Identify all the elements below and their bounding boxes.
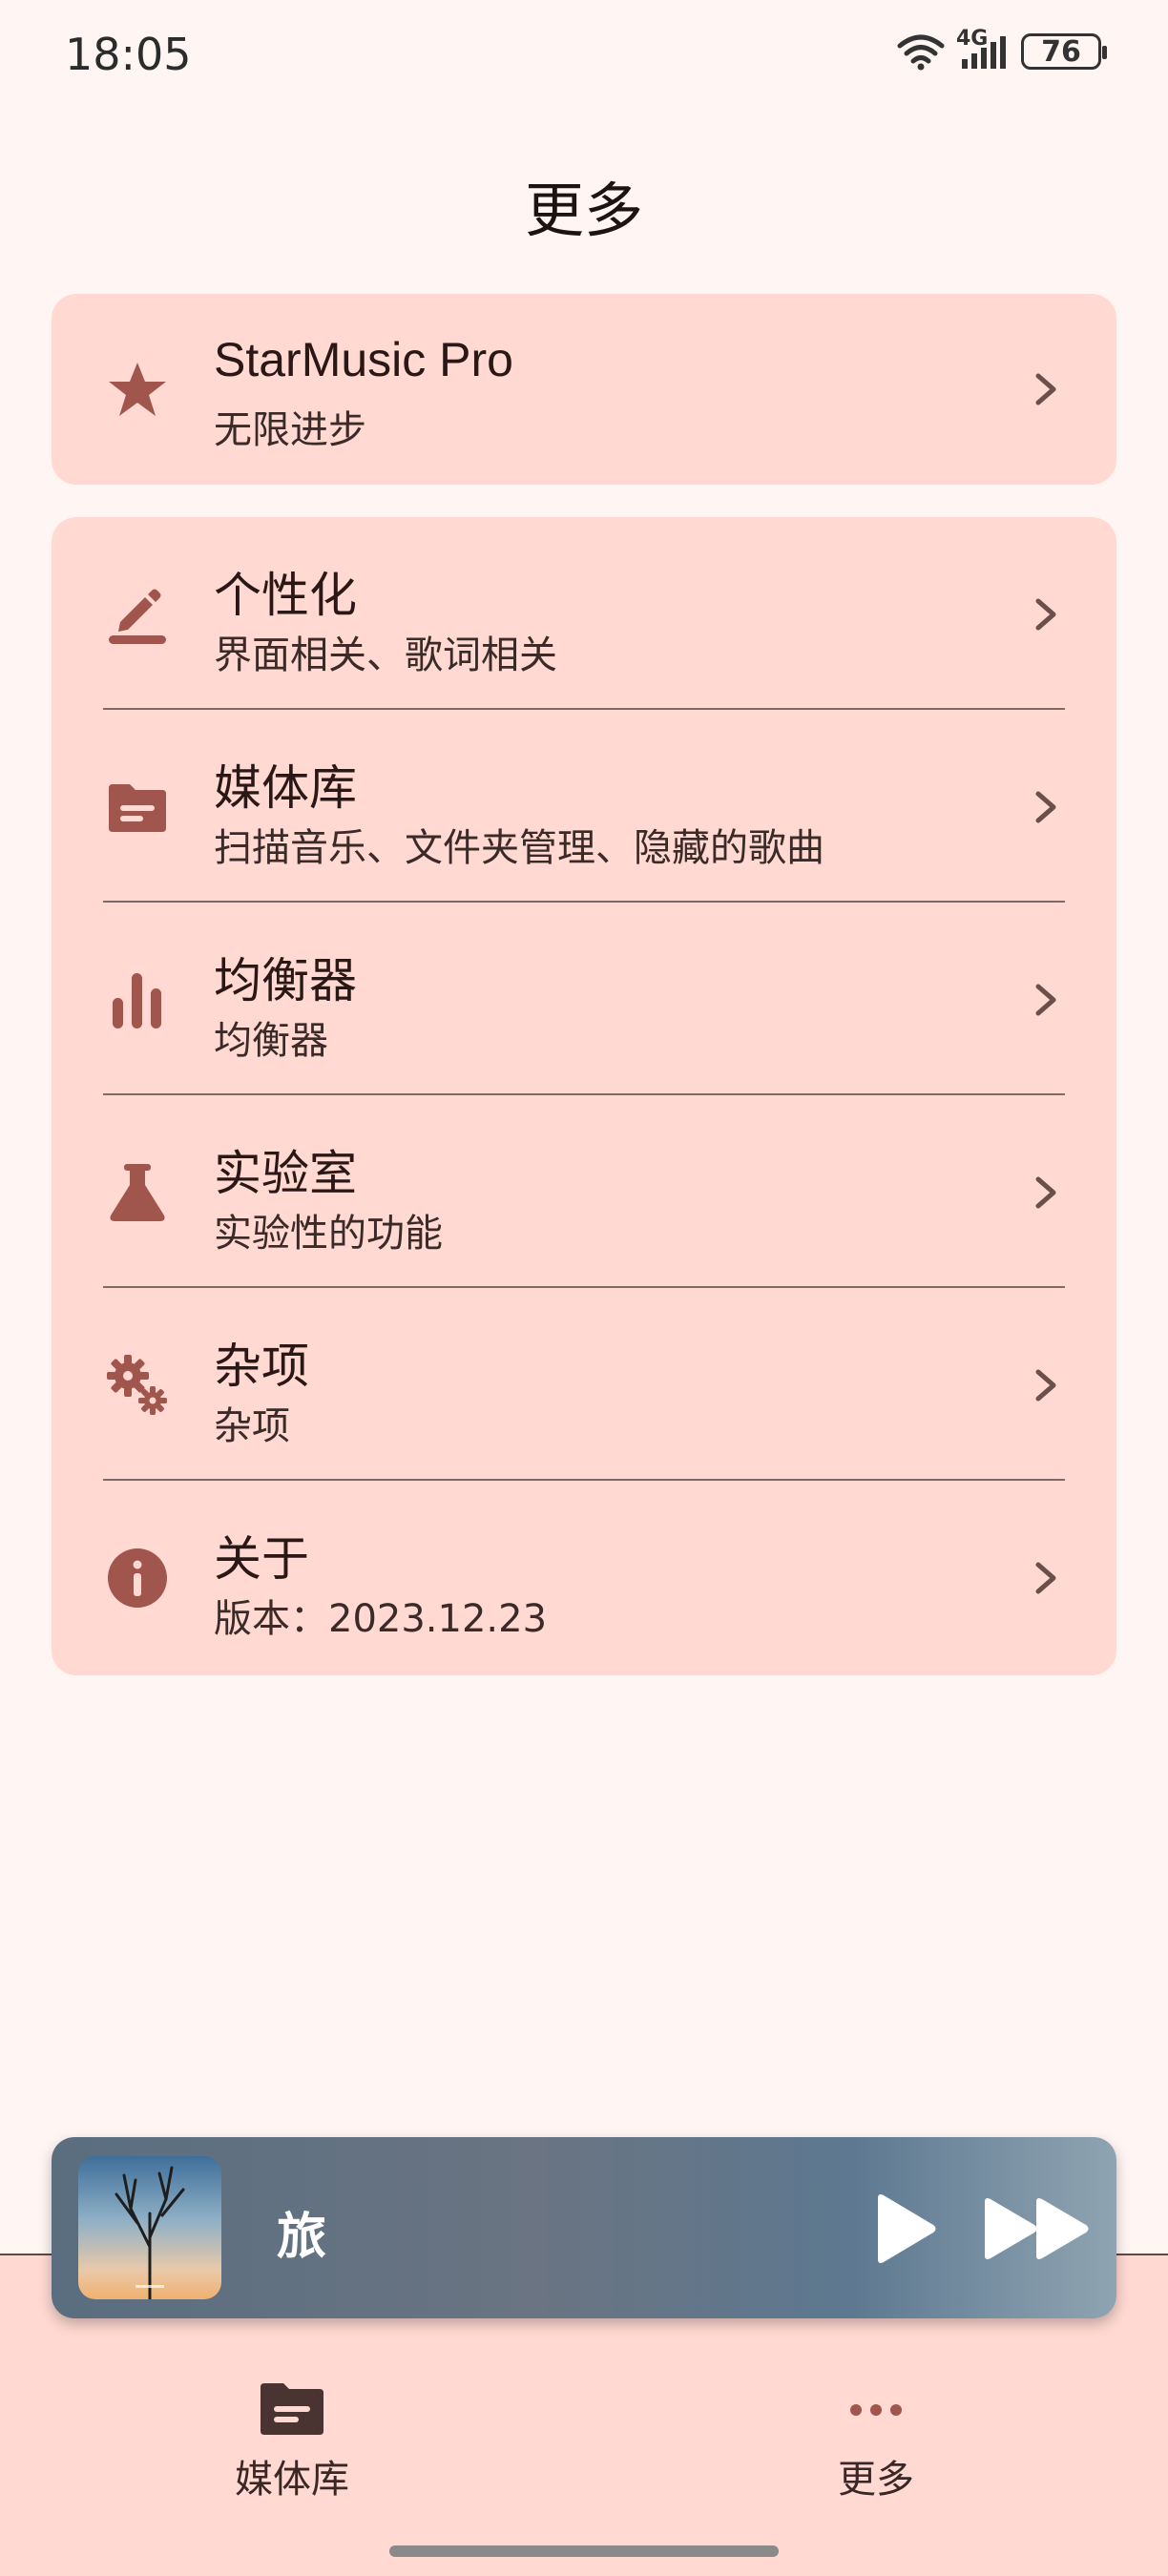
pro-card[interactable]: StarMusic Pro 无限进步: [52, 294, 1116, 485]
row-subtitle: 实验性的功能: [214, 1212, 443, 1256]
nav-media-library[interactable]: 媒体库: [168, 2376, 416, 2502]
row-title: 媒体库: [214, 760, 357, 816]
mini-player[interactable]: 旅: [52, 2137, 1116, 2318]
nav-label: 媒体库: [235, 2458, 349, 2502]
row-subtitle: 扫描音乐、文件夹管理、隐藏的歌曲: [214, 826, 824, 870]
row-title: 杂项: [214, 1339, 309, 1394]
more-horizontal-icon: [850, 2404, 902, 2416]
flask-icon: [110, 1164, 165, 1221]
row-subtitle: 无限进步: [214, 408, 366, 452]
wifi-icon: [897, 34, 945, 71]
chevron-right-icon: [1035, 598, 1056, 631]
cell-signal-icon: 4G: [956, 27, 1008, 71]
divider: [103, 901, 1065, 903]
row-title: 关于: [214, 1531, 309, 1587]
fast-forward-icon[interactable]: [981, 2194, 1095, 2263]
chevron-right-icon: [1035, 373, 1056, 405]
star-icon: [109, 363, 166, 416]
row-title: 实验室: [214, 1146, 357, 1201]
chevron-right-icon: [1035, 1176, 1056, 1209]
settings-row-personalize[interactable]: 个性化 界面相关、歌词相关: [52, 519, 1116, 710]
chevron-right-icon: [1035, 791, 1056, 823]
settings-row-about[interactable]: 关于 版本：2023.12.23: [52, 1483, 1116, 1673]
row-subtitle: 均衡器: [214, 1019, 328, 1063]
chevron-right-icon: [1035, 1562, 1056, 1594]
divider: [103, 1286, 1065, 1288]
status-icons: 4G 76: [897, 27, 1107, 71]
info-icon: [108, 1548, 167, 1608]
page-title: 更多: [524, 176, 643, 245]
chevron-right-icon: [1035, 984, 1056, 1016]
settings-card: 个性化 界面相关、歌词相关 媒体库 扫描音乐、文件夹管理、隐藏的歌曲 均衡器 均…: [52, 517, 1116, 1675]
status-time: 18:05: [65, 29, 192, 80]
row-subtitle: 版本：2023.12.23: [214, 1597, 548, 1641]
chevron-right-icon: [1035, 1369, 1056, 1402]
divider: [103, 1093, 1065, 1095]
settings-row-lab[interactable]: 实验室 实验性的功能: [52, 1097, 1116, 1288]
equalizer-icon: [113, 973, 161, 1028]
row-subtitle: 杂项: [214, 1404, 290, 1448]
row-subtitle: 界面相关、歌词相关: [214, 634, 557, 677]
settings-row-equalizer[interactable]: 均衡器 均衡器: [52, 904, 1116, 1095]
divider: [103, 1479, 1065, 1481]
song-title: 旅: [277, 2209, 327, 2266]
nav-label: 更多: [838, 2458, 914, 2502]
gears-icon: [107, 1355, 167, 1415]
settings-row-misc[interactable]: 杂项 杂项: [52, 1290, 1116, 1481]
nav-more[interactable]: 更多: [752, 2376, 1000, 2502]
settings-row-media-library[interactable]: 媒体库 扫描音乐、文件夹管理、隐藏的歌曲: [52, 712, 1116, 903]
tree-image: [115, 2166, 185, 2299]
folder-icon: [109, 784, 166, 832]
folder-icon: [261, 2383, 323, 2435]
row-title: 均衡器: [214, 953, 357, 1008]
divider: [103, 708, 1065, 710]
edit-icon: [109, 589, 166, 644]
album-art[interactable]: [78, 2156, 221, 2299]
settings-row-pro[interactable]: StarMusic Pro 无限进步: [52, 294, 1116, 485]
row-title: 个性化: [214, 568, 357, 623]
play-icon[interactable]: [865, 2191, 941, 2267]
battery-indicator: 76: [1021, 33, 1107, 70]
home-indicator[interactable]: [389, 2545, 779, 2557]
row-title: StarMusic Pro: [214, 333, 513, 386]
